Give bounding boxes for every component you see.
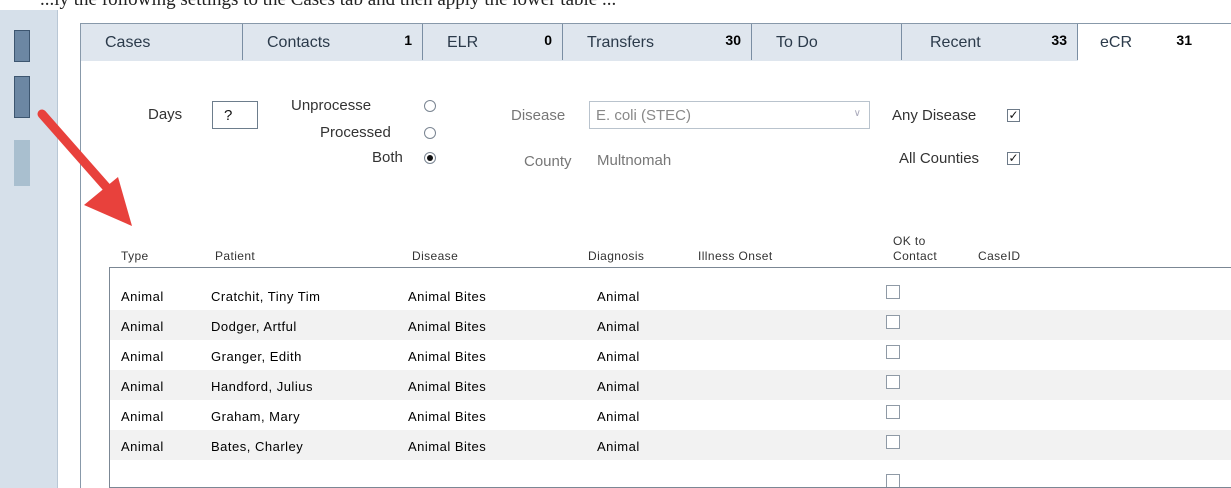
county-label: County bbox=[524, 153, 572, 170]
cell-type: Animal bbox=[121, 409, 164, 424]
tab-label: To Do bbox=[776, 34, 818, 51]
tab-label: ELR bbox=[447, 34, 479, 51]
rail-divider bbox=[57, 10, 58, 488]
tab-label: Cases bbox=[105, 34, 151, 51]
radio-unprocessed[interactable] bbox=[424, 100, 436, 112]
radio-unprocessed-label: Unprocesse bbox=[291, 97, 372, 114]
rail-button-2[interactable] bbox=[14, 76, 30, 118]
tab-count: 31 bbox=[1176, 32, 1192, 48]
any-disease-checkbox[interactable]: ✓ bbox=[1007, 109, 1020, 122]
tab-label: eCR bbox=[1100, 34, 1133, 51]
cell-patient: Granger, Edith bbox=[211, 349, 302, 364]
radio-both[interactable] bbox=[424, 152, 436, 164]
cell-diagnosis: Animal bbox=[597, 349, 640, 364]
caption-text: ...ly the following settings to the Case… bbox=[40, 0, 616, 10]
days-input[interactable]: ? bbox=[212, 101, 258, 129]
tab-label: Contacts bbox=[267, 34, 331, 51]
any-disease-label: Any Disease bbox=[892, 107, 977, 124]
column-header-disease[interactable]: Disease bbox=[412, 249, 458, 263]
cell-disease: Animal Bites bbox=[408, 319, 487, 334]
column-header-patient[interactable]: Patient bbox=[215, 249, 255, 263]
tab-contacts[interactable]: Contacts 1 bbox=[243, 24, 423, 60]
cell-type: Animal bbox=[121, 349, 164, 364]
ok-to-contact-checkbox[interactable] bbox=[886, 474, 900, 487]
table-row[interactable]: Animal Dodger, Artful Animal Bites Anima… bbox=[110, 310, 1231, 340]
cell-disease: Animal Bites bbox=[408, 379, 487, 394]
table-row[interactable]: Animal Graham, Mary Animal Bites Animal bbox=[110, 400, 1231, 430]
tab-count: 33 bbox=[1051, 32, 1067, 48]
ok-to-contact-checkbox[interactable] bbox=[886, 435, 900, 449]
cell-patient: Bates, Charley bbox=[211, 439, 304, 454]
ok-to-contact-checkbox[interactable] bbox=[886, 345, 900, 359]
tab-elr[interactable]: ELR 0 bbox=[423, 24, 563, 60]
tab-cases[interactable]: Cases bbox=[81, 24, 243, 60]
table-row[interactable]: Animal Cratchit, Tiny Tim Animal Bites A… bbox=[110, 280, 1231, 310]
table-row[interactable]: Animal Granger, Edith Animal Bites Anima… bbox=[110, 340, 1231, 370]
cell-diagnosis: Animal bbox=[597, 289, 640, 304]
cell-patient: Cratchit, Tiny Tim bbox=[211, 289, 321, 304]
tab-count: 30 bbox=[725, 32, 741, 48]
tab-label: Recent bbox=[930, 34, 981, 51]
case-panel: Cases Contacts 1 ELR 0 Transfers 30 To D… bbox=[80, 23, 1231, 488]
tab-transfers[interactable]: Transfers 30 bbox=[563, 24, 752, 60]
column-header-diagnosis[interactable]: Diagnosis bbox=[588, 249, 644, 263]
tab-label: Transfers bbox=[587, 34, 654, 51]
cell-type: Animal bbox=[121, 289, 164, 304]
rail-button-1[interactable] bbox=[14, 30, 30, 62]
left-rail bbox=[0, 10, 57, 488]
ok-to-contact-checkbox[interactable] bbox=[886, 285, 900, 299]
all-counties-checkbox[interactable]: ✓ bbox=[1007, 152, 1020, 165]
chevron-down-icon: ∨ bbox=[853, 108, 861, 119]
disease-select[interactable]: E. coli (STEC) ∨ bbox=[589, 101, 870, 129]
rail-button-3[interactable] bbox=[14, 140, 30, 186]
column-header-contact[interactable]: Contact bbox=[893, 249, 937, 263]
tab-ecr[interactable]: eCR 31 bbox=[1078, 24, 1231, 62]
radio-processed[interactable] bbox=[424, 127, 436, 139]
cell-diagnosis: Animal bbox=[597, 319, 640, 334]
cell-patient: Handford, Julius bbox=[211, 379, 313, 394]
radio-both-label: Both bbox=[372, 149, 403, 166]
column-header-type[interactable]: Type bbox=[121, 249, 149, 263]
table-row[interactable]: Animal Handford, Julius Animal Bites Ani… bbox=[110, 370, 1231, 400]
tab-bar: Cases Contacts 1 ELR 0 Transfers 30 To D… bbox=[81, 23, 1231, 62]
cell-patient: Graham, Mary bbox=[211, 409, 301, 424]
tab-count: 0 bbox=[544, 32, 552, 48]
column-header-illness-onset[interactable]: Illness Onset bbox=[698, 249, 773, 263]
table-row[interactable]: Animal Bates, Charley Animal Bites Anima… bbox=[110, 430, 1231, 460]
cell-patient: Dodger, Artful bbox=[211, 319, 297, 334]
disease-label: Disease bbox=[511, 107, 566, 124]
tab-count: 1 bbox=[404, 32, 412, 48]
cell-disease: Animal Bites bbox=[408, 289, 487, 304]
ok-to-contact-checkbox[interactable] bbox=[886, 375, 900, 389]
days-label: Days bbox=[148, 106, 183, 123]
column-header-caseid[interactable]: CaseID bbox=[978, 249, 1020, 263]
caption-fragment: ...ly the following settings to the Case… bbox=[0, 0, 1231, 10]
case-table: Animal Cratchit, Tiny Tim Animal Bites A… bbox=[109, 267, 1231, 488]
cell-diagnosis: Animal bbox=[597, 379, 640, 394]
cell-disease: Animal Bites bbox=[408, 409, 487, 424]
cell-type: Animal bbox=[121, 439, 164, 454]
cell-disease: Animal Bites bbox=[408, 439, 487, 454]
cell-diagnosis: Animal bbox=[597, 439, 640, 454]
all-counties-label: All Counties bbox=[899, 150, 980, 167]
cell-disease: Animal Bites bbox=[408, 349, 487, 364]
tab-recent[interactable]: Recent 33 bbox=[902, 24, 1078, 60]
ok-to-contact-checkbox[interactable] bbox=[886, 315, 900, 329]
cell-type: Animal bbox=[121, 379, 164, 394]
tab-todo[interactable]: To Do bbox=[752, 24, 902, 60]
cell-diagnosis: Animal bbox=[597, 409, 640, 424]
disease-value: E. coli (STEC) bbox=[596, 107, 692, 124]
county-value: Multnomah bbox=[597, 152, 672, 169]
cell-type: Animal bbox=[121, 319, 164, 334]
column-header-ok-to[interactable]: OK to bbox=[893, 234, 926, 248]
radio-processed-label: Processed bbox=[320, 124, 391, 141]
table-row-partial[interactable] bbox=[110, 460, 1231, 487]
ok-to-contact-checkbox[interactable] bbox=[886, 405, 900, 419]
